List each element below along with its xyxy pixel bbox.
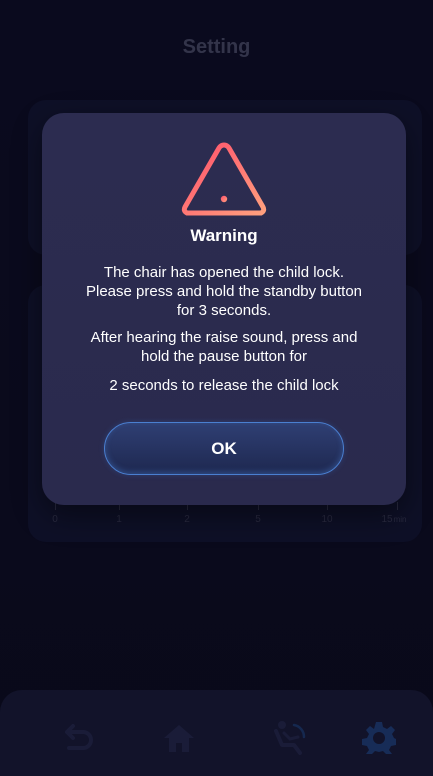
warning-triangle-icon xyxy=(181,142,267,216)
message-line: The chair has opened the child lock. xyxy=(103,264,345,281)
settings-screen: Setting 0 1 2 5 10 15min Warning The cha… xyxy=(0,0,433,776)
dialog-message: The chair has opened the child lock. Ple… xyxy=(52,263,396,395)
message-line: hold the pause button for xyxy=(141,348,307,365)
ok-button[interactable]: OK xyxy=(104,422,344,475)
message-line: 2 seconds to release the child lock xyxy=(109,377,339,394)
message-line: After hearing the raise sound, press and xyxy=(90,329,358,346)
warning-dialog: Warning The chair has opened the child l… xyxy=(42,113,406,505)
message-line: Please press and hold the standby button xyxy=(85,283,363,300)
message-line: for 3 seconds. xyxy=(176,302,272,319)
dialog-title: Warning xyxy=(190,226,258,245)
